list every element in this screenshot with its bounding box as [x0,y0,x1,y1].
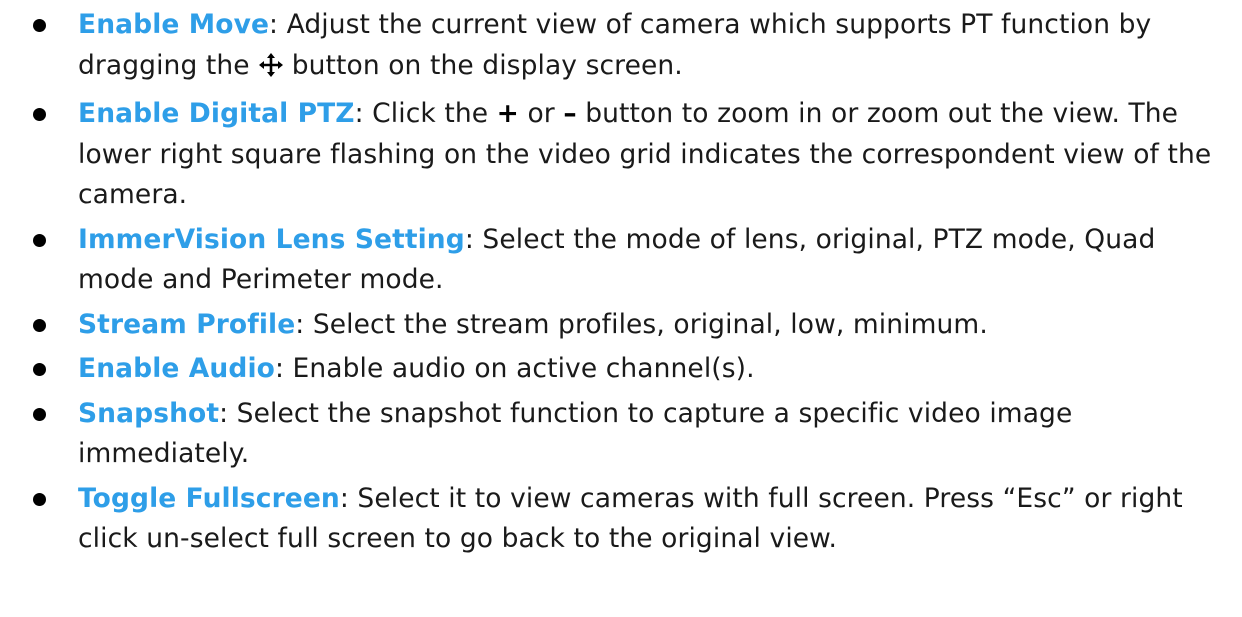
document-page: Enable Move: Adjust the current view of … [0,0,1242,617]
term-enable-audio: Enable Audio [78,353,275,384]
term-enable-digital-ptz: Enable Digital PTZ [78,98,355,129]
list-item-snapshot: Snapshot: Select the snapshot function t… [0,394,1242,475]
list-item-toggle-fullscreen: Toggle Fullscreen: Select it to view cam… [0,479,1242,560]
bullet-dot-icon [33,108,46,121]
move-arrows-icon [258,50,284,91]
description-text: Select the stream profiles, original, lo… [304,308,988,340]
list-item-enable-audio: Enable Audio: Enable audio on active cha… [0,349,1242,390]
bullet-dot-icon [33,492,46,506]
feature-bullet-list: Enable Move: Adjust the current view of … [0,5,1242,564]
list-item-stream-profile: Stream Profile: Select the stream profil… [0,305,1242,346]
bullet-dot-icon [33,19,46,32]
description-text: Select the snapshot function to capture … [78,397,1073,470]
bullet-dot-icon [33,407,46,421]
term-stream-profile: Stream Profile [78,308,296,340]
minus-symbol: – [563,98,577,129]
bullet-dot-icon [33,318,46,332]
description-text: Click the [363,98,497,129]
term-immervision-lens-setting: ImmerVision Lens Setting [78,223,465,255]
description-text-after: button on the display screen. [291,49,683,81]
list-item-enable-move: Enable Move: Adjust the current view of … [0,5,1242,90]
term-snapshot: Snapshot [78,397,220,429]
term-toggle-fullscreen: Toggle Fullscreen [78,482,340,514]
plus-symbol: + [496,98,519,129]
bullet-dot-icon [33,233,46,247]
description-text-or: or [518,98,564,129]
list-item-enable-digital-ptz: Enable Digital PTZ: Click the + or – but… [0,94,1242,216]
description-text: Enable audio on active channel(s). [283,353,755,384]
bullet-dot-icon [33,363,46,376]
term-enable-move: Enable Move [78,9,270,40]
list-item-immervision-lens-setting: ImmerVision Lens Setting: Select the mod… [0,220,1242,301]
